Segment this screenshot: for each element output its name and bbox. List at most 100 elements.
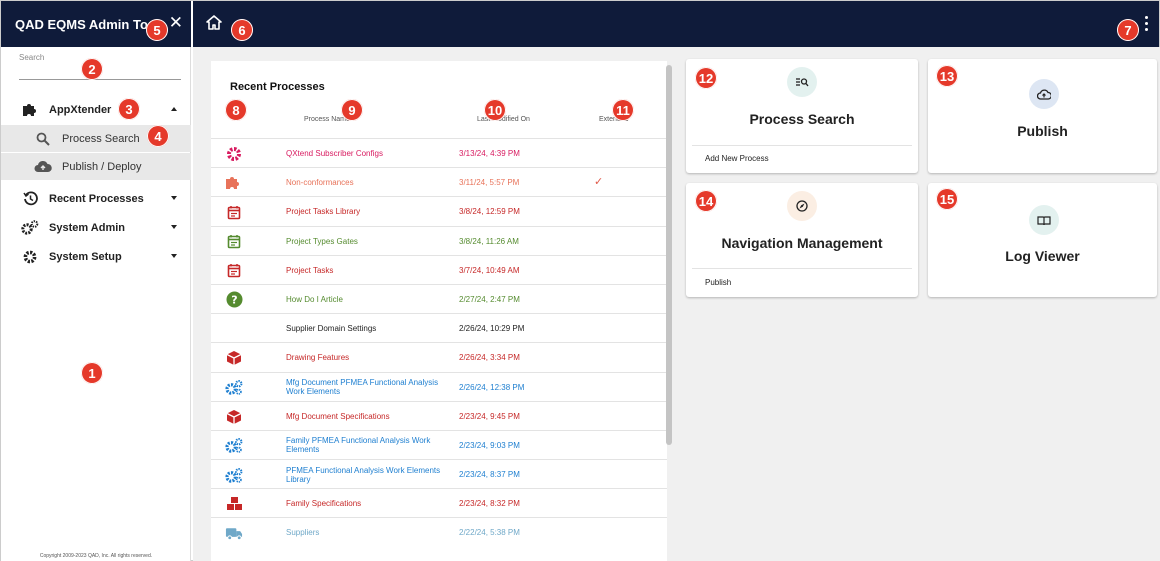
history-icon xyxy=(21,190,39,208)
marker-7: 7 xyxy=(1117,19,1139,41)
sidebar-item-label: System Setup xyxy=(49,250,122,263)
gears-icon xyxy=(225,379,243,397)
process-name[interactable]: Project Tasks xyxy=(286,256,456,285)
cubes-icon xyxy=(225,495,243,513)
marker-8: 8 xyxy=(225,99,247,121)
scrollbar[interactable] xyxy=(666,65,672,445)
table-row[interactable]: ? How Do I Article 2/27/24, 2:47 PM xyxy=(211,283,667,314)
process-name[interactable]: Suppliers xyxy=(286,518,456,547)
calendar-icon xyxy=(225,203,243,221)
card-publish[interactable]: Publish xyxy=(928,59,1157,173)
table-row[interactable]: QXtend Subscriber Configs 3/13/24, 4:39 P… xyxy=(211,138,667,167)
table-row[interactable]: Family Specifications 2/23/24, 8:32 PM xyxy=(211,488,667,517)
card-process-search[interactable]: Process Search Add New Process xyxy=(686,59,918,173)
process-name[interactable]: Project Types Gates xyxy=(286,227,456,256)
card-title: Navigation Management xyxy=(721,235,883,251)
puzzle-icon xyxy=(21,101,39,119)
process-name[interactable]: Mfg Document PFMEA Functional Analysis W… xyxy=(286,373,456,402)
sidebar-item-label: Publish / Deploy xyxy=(62,160,142,173)
close-icon[interactable]: ✕ xyxy=(169,13,183,33)
table-row[interactable]: Project Types Gates 3/8/24, 11:26 AM xyxy=(211,225,667,256)
cloud-upload-icon xyxy=(34,158,52,176)
app-window: QAD EQMS Admin Tools ✕ Search AppXtender… xyxy=(0,0,1160,561)
card-title: Process Search xyxy=(749,111,855,127)
dashboard-cards: Process Search Add New Process Publish N… xyxy=(679,47,1160,561)
marker-6: 6 xyxy=(231,19,253,41)
last-modified-date: 2/26/24, 10:29 PM xyxy=(459,324,525,334)
table-row[interactable]: Non-conformances 3/11/24, 5:57 PM ✓ xyxy=(211,167,667,196)
truck-icon xyxy=(225,524,243,542)
search-input[interactable] xyxy=(19,79,181,80)
marker-3: 3 xyxy=(118,98,140,120)
marker-13: 13 xyxy=(936,65,958,87)
marker-10: 10 xyxy=(484,99,506,121)
table-row[interactable]: Mfg Document Specifications 2/23/24, 9:45… xyxy=(211,400,667,431)
last-modified-date: 3/7/24, 10:49 AM xyxy=(459,265,520,275)
last-modified-date: 3/8/24, 11:26 AM xyxy=(459,236,519,246)
gears-icon xyxy=(225,437,243,455)
last-modified-date: 2/26/24, 3:34 PM xyxy=(459,353,520,363)
home-icon[interactable] xyxy=(205,14,223,32)
table-row[interactable]: Suppliers 2/22/24, 5:38 PM xyxy=(211,517,667,546)
sidebar-item-label: Process Search xyxy=(62,132,140,145)
marker-5: 5 xyxy=(146,19,168,41)
card-log-viewer[interactable]: Log Viewer xyxy=(928,183,1157,297)
cube-icon xyxy=(225,349,243,367)
process-name[interactable]: Drawing Features xyxy=(286,343,456,372)
process-name[interactable]: Family Specifications xyxy=(286,489,456,518)
process-name[interactable]: How Do I Article xyxy=(286,285,456,314)
sidebar-item-appxtender[interactable]: AppXtender xyxy=(1,95,191,124)
sidebar-item-recent-processes[interactable]: Recent Processes xyxy=(1,184,191,213)
process-list: QXtend Subscriber Configs 3/13/24, 4:39 P… xyxy=(211,138,667,547)
last-modified-date: 3/13/24, 4:39 PM xyxy=(459,149,520,158)
more-vert-icon[interactable] xyxy=(1145,16,1149,32)
marker-4: 4 xyxy=(147,125,169,147)
calendar-icon xyxy=(225,233,243,251)
last-modified-date: 2/22/24, 5:38 PM xyxy=(459,528,520,538)
recent-processes-area: Recent Processes Process Name Last Modif… xyxy=(193,47,679,561)
marker-14: 14 xyxy=(695,190,717,212)
table-row[interactable]: Supplier Domain Settings 2/26/24, 10:29 P… xyxy=(211,313,667,342)
sidebar-item-label: Recent Processes xyxy=(49,192,144,205)
column-header-last-modified[interactable]: Last Modified On xyxy=(477,116,530,123)
marker-9: 9 xyxy=(341,99,363,121)
chevron-down-icon xyxy=(171,254,177,258)
copyright-text: Copyright 2009-2023 QAD, Inc. All rights… xyxy=(39,553,153,559)
process-name[interactable]: Project Tasks Library xyxy=(286,197,456,226)
puzzle-icon xyxy=(225,174,243,192)
chevron-down-icon xyxy=(171,225,177,229)
add-new-process-link[interactable]: Add New Process xyxy=(705,154,769,163)
sidebar-item-system-admin[interactable]: System Admin xyxy=(1,213,191,242)
last-modified-date: 3/8/24, 12:59 PM xyxy=(459,207,520,217)
list-search-icon xyxy=(787,67,817,97)
table-row[interactable]: Drawing Features 2/26/24, 3:34 PM xyxy=(211,342,667,371)
process-name[interactable]: Non-conformances xyxy=(286,168,456,197)
top-app-bar xyxy=(193,1,1159,47)
sidebar: Search AppXtender Process Search Publish… xyxy=(1,47,191,561)
card-divider xyxy=(692,145,912,146)
table-row[interactable]: Mfg Document PFMEA Functional Analysis W… xyxy=(211,371,667,402)
compass-icon xyxy=(787,191,817,221)
table-row[interactable]: PFMEA Functional Analysis Work Elements … xyxy=(211,459,667,488)
gears-icon xyxy=(225,466,243,484)
sidebar-item-label: System Admin xyxy=(49,221,126,234)
table-row[interactable]: Family PFMEA Functional Analysis Work El… xyxy=(211,429,667,460)
recent-processes-panel: Recent Processes Process Name Last Modif… xyxy=(211,61,667,561)
publish-link[interactable]: Publish xyxy=(705,278,731,287)
process-name[interactable]: PFMEA Functional Analysis Work Elements … xyxy=(286,460,456,489)
gears-icon xyxy=(21,219,39,237)
chevron-down-icon xyxy=(171,196,177,200)
blank-icon xyxy=(225,320,243,338)
marker-12: 12 xyxy=(695,67,717,89)
sidebar-item-system-setup[interactable]: System Setup xyxy=(1,242,191,271)
card-navigation-management[interactable]: Navigation Management Publish xyxy=(686,183,918,297)
table-row[interactable]: Project Tasks Library 3/8/24, 12:59 PM xyxy=(211,196,667,225)
process-name[interactable]: Supplier Domain Settings xyxy=(286,314,456,343)
gear-icon xyxy=(225,145,243,163)
table-row[interactable]: Project Tasks 3/7/24, 10:49 AM xyxy=(211,254,667,285)
app-title: QAD EQMS Admin Tools xyxy=(15,16,155,32)
process-name[interactable]: Mfg Document Specifications xyxy=(286,402,456,431)
sidebar-subitem-publish-deploy[interactable]: Publish / Deploy xyxy=(1,153,191,180)
process-name[interactable]: QXtend Subscriber Configs xyxy=(286,139,456,168)
process-name[interactable]: Family PFMEA Functional Analysis Work El… xyxy=(286,431,456,460)
